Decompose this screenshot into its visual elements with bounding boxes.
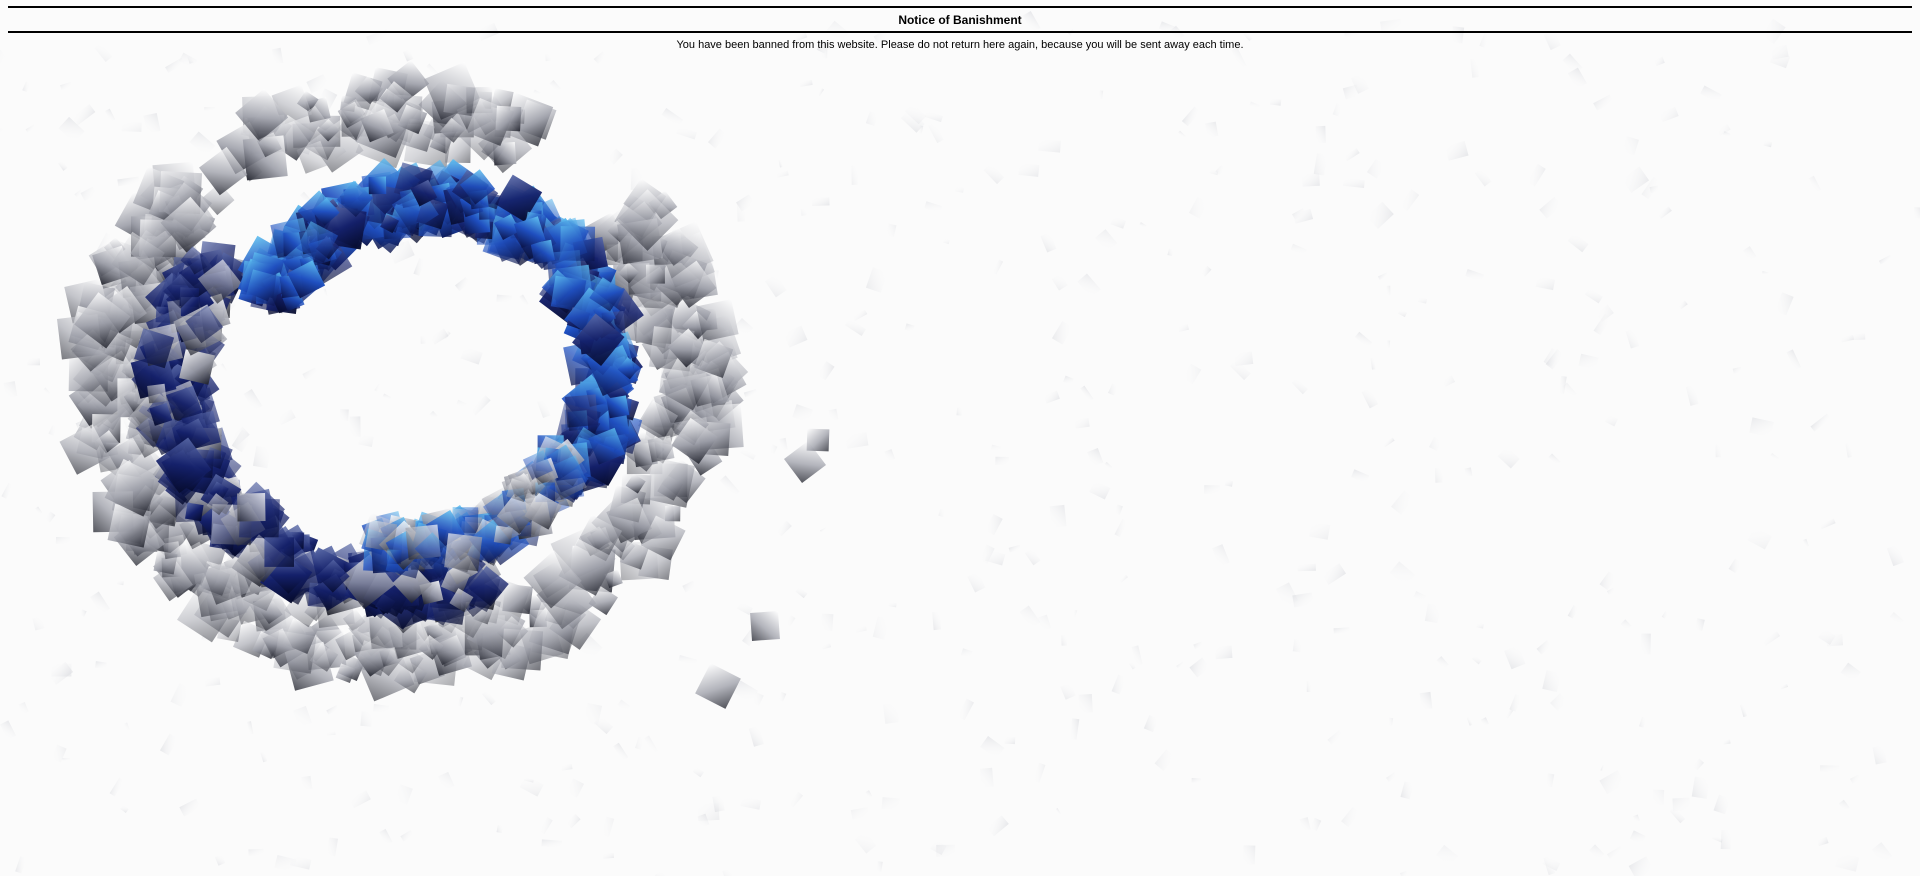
notice-message: You have been banned from this website. … bbox=[676, 39, 1244, 51]
notice-header-bar: Notice of Banishment bbox=[8, 6, 1912, 33]
page: Notice of Banishment You have been banne… bbox=[0, 0, 1920, 876]
background-swirl-artwork bbox=[0, 10, 1920, 876]
notice-title: Notice of Banishment bbox=[898, 12, 1022, 27]
